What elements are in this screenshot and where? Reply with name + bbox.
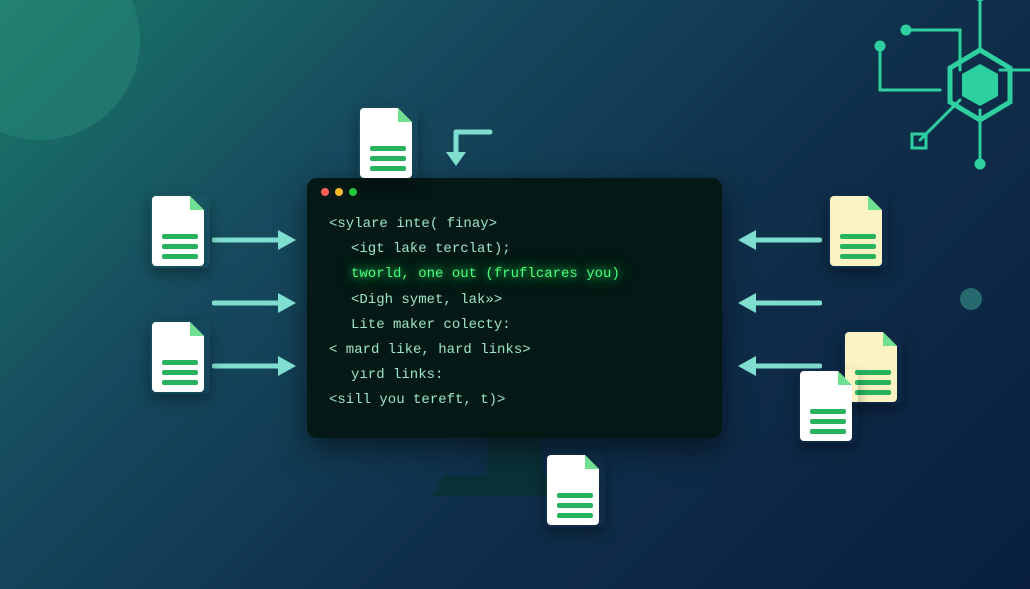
terminal-window: <sylare inte( finay> <igt laƙe terclat);… xyxy=(307,178,722,438)
arrow-right-icon xyxy=(212,228,300,252)
document-icon xyxy=(150,194,210,268)
window-traffic-lights xyxy=(321,188,357,196)
code-line-highlight: tworld, one out (fruflcares you) xyxy=(329,262,706,287)
code-line: yırd links: xyxy=(329,363,706,388)
monitor-stand-neck xyxy=(487,438,542,480)
code-line: < mard like, hard links> xyxy=(329,338,706,363)
circuit-decoration xyxy=(820,0,1030,190)
zoom-dot xyxy=(349,188,357,196)
background-blob xyxy=(0,0,140,140)
document-icon xyxy=(150,320,210,394)
document-icon xyxy=(545,453,605,527)
minimize-dot xyxy=(335,188,343,196)
code-line: <Digh symet, lak»> xyxy=(329,288,706,313)
arrow-down-icon xyxy=(440,128,500,172)
arrow-left-icon xyxy=(734,228,822,252)
arrow-right-icon xyxy=(212,354,300,378)
code-line: <sylare inte( finay> xyxy=(329,212,706,237)
document-icon xyxy=(358,106,418,180)
code-line: Lite maker colecty: xyxy=(329,313,706,338)
arrow-right-icon xyxy=(212,291,300,315)
document-icon xyxy=(828,194,888,268)
close-dot xyxy=(321,188,329,196)
code-line: <sill you tereft, t)> xyxy=(329,388,706,413)
arrow-left-icon xyxy=(734,291,822,315)
accent-dot xyxy=(960,288,982,310)
document-icon xyxy=(798,369,858,443)
code-line: <igt laƙe terclat); xyxy=(329,237,706,262)
